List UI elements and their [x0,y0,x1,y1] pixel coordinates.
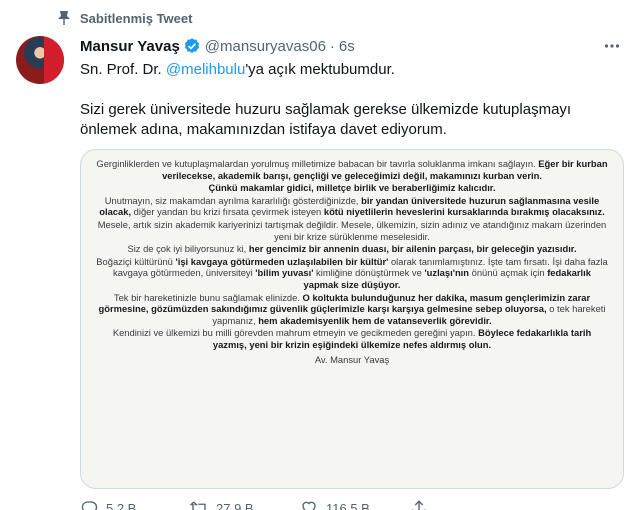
retweet-count: 27,9 B [216,500,254,510]
tweet-image-letter[interactable]: Gerginliklerden ve kutuplaşmalardan yoru… [80,149,624,489]
like-count: 116,5 B [326,500,370,510]
more-icon[interactable] [600,36,624,56]
retweet-icon [190,499,208,510]
tweet-actions: 5,2 B 27,9 B 116,5 B [80,499,520,510]
letter-signature: Av. Mansur Yavaş [314,353,390,365]
like-button[interactable]: 116,5 B [300,499,410,510]
reply-count: 5,2 B [106,500,137,510]
author-name[interactable]: Mansur Yavaş [80,38,180,55]
avatar[interactable] [16,36,64,84]
pinned-tweet-indicator: Sabitlenmiş Tweet [56,10,192,26]
reply-button[interactable]: 5,2 B [80,499,190,510]
tweet-header: Mansur Yavaş @mansuryavas06 · 6s [80,36,624,56]
pinned-label: Sabitlenmiş Tweet [80,10,193,26]
reply-icon [80,499,98,510]
share-icon [410,499,428,510]
like-icon [300,499,318,510]
mention-link[interactable]: @melihbulu [166,61,245,78]
pin-icon [56,10,72,26]
tweet-text: Sn. Prof. Dr. @melihbulu'ya açık mektubu… [80,60,624,140]
separator-dot: · [329,37,335,55]
share-button[interactable] [410,499,520,510]
author-handle[interactable]: @mansuryavas06 [205,38,326,55]
tweet-timestamp[interactable]: 6s [339,38,355,55]
verified-badge-icon [183,37,201,55]
tweet-line-1: Sn. Prof. Dr. @melihbulu'ya açık mektubu… [80,61,395,78]
tweet[interactable]: Mansur Yavaş @mansuryavas06 · 6s Sn. Pro… [80,36,624,510]
tweet-paragraph-2: Sizi gerek üniversitede huzuru sağlamak … [80,101,572,138]
retweet-button[interactable]: 27,9 B [190,499,300,510]
letter-text: Gerginliklerden ve kutuplaşmalardan yoru… [96,158,608,365]
